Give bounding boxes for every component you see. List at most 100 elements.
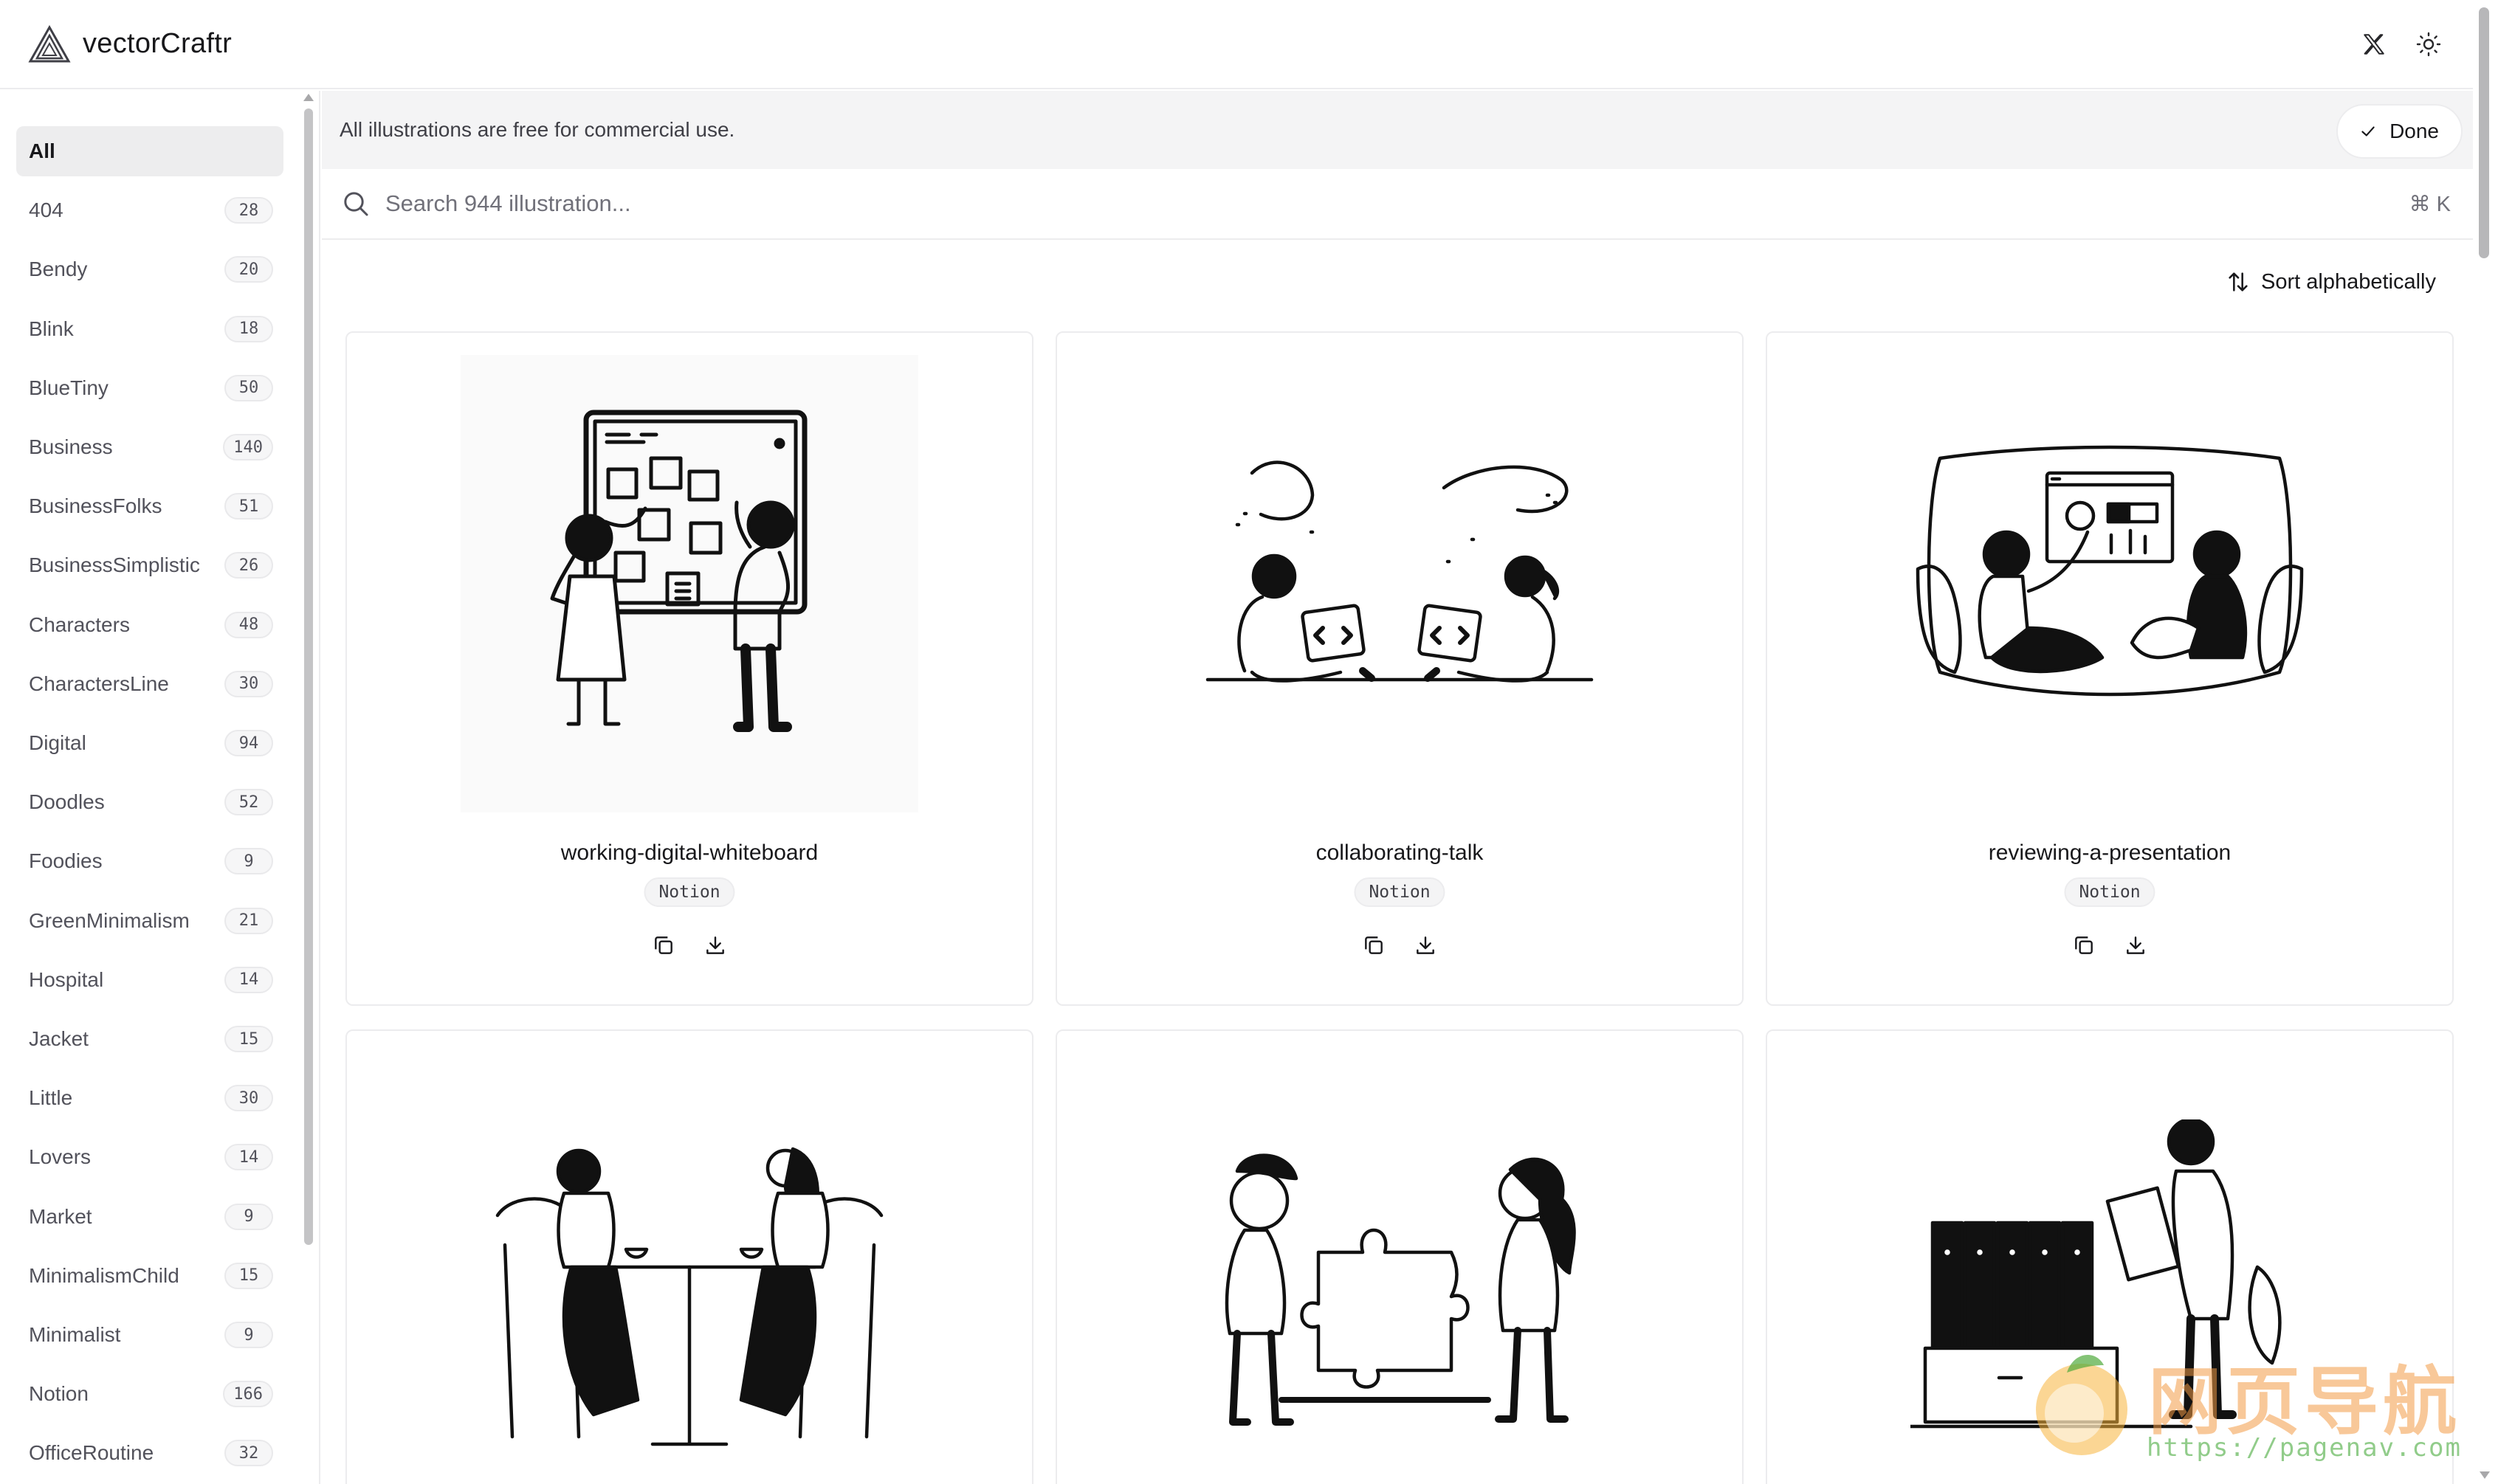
sidebar-item-label: Jacket (29, 1027, 89, 1050)
download-icon[interactable] (1412, 932, 1439, 959)
sidebar-item-label: Business (29, 435, 113, 458)
card-title: collaborating-talk (1315, 841, 1484, 865)
sidebar-item-hospital[interactable]: Hospital 14 (16, 955, 283, 1005)
category-sidebar: All 404 28 Bendy 20 Blink 18 BlueTiny 50 Business… (0, 91, 320, 1484)
count-badge: 51 (224, 493, 273, 520)
sidebar-item-label: Minimalist (29, 1323, 121, 1346)
count-badge: 9 (224, 1322, 273, 1348)
illustration-card[interactable]: collaborating-talk Notion (1056, 331, 1744, 1006)
count-badge: 140 (223, 434, 273, 460)
sidebar-item-label: Blink (29, 317, 74, 340)
card-tag[interactable]: Notion (2064, 877, 2155, 907)
illustration-reviewing-a-presentation (1767, 333, 2452, 835)
sidebar-item-officeroutine[interactable]: OfficeRoutine 32 (16, 1428, 283, 1478)
download-icon[interactable] (2122, 932, 2149, 959)
license-notice: All illustrations are free for commercia… (322, 91, 2473, 169)
sidebar-item-notion[interactable]: Notion 166 (16, 1369, 283, 1419)
shortcut-hint: ⌘ K (2409, 192, 2451, 216)
sidebar-scrollbar-thumb[interactable] (304, 108, 313, 1245)
count-badge: 48 (224, 611, 273, 638)
sidebar-item-label: MinimalismChild (29, 1263, 179, 1287)
vectorcraftr-logo-icon[interactable] (28, 24, 71, 63)
sidebar-item-business[interactable]: Business 140 (16, 422, 283, 472)
sidebar-item-all[interactable]: All (16, 126, 283, 176)
check-icon (2361, 126, 2375, 137)
count-badge: 14 (224, 966, 273, 993)
sidebar-item-charactersline[interactable]: CharactersLine 30 (16, 659, 283, 709)
sort-alphabetically-button[interactable]: Sort alphabetically (2226, 269, 2436, 294)
sidebar-item-label: BlueTiny (29, 376, 109, 399)
page-scrollbar-thumb[interactable] (2479, 7, 2489, 258)
sidebar-item-label: Doodles (29, 790, 105, 814)
sidebar-item-businessfolks[interactable]: BusinessFolks 51 (16, 481, 283, 531)
sidebar-item-jacket[interactable]: Jacket 15 (16, 1014, 283, 1064)
count-badge: 9 (224, 1203, 273, 1230)
copy-icon[interactable] (1360, 932, 1387, 959)
notice-text: All illustrations are free for commercia… (340, 118, 735, 141)
sidebar-item-bendy[interactable]: Bendy 20 (16, 244, 283, 294)
x-logo-icon[interactable] (2358, 28, 2390, 61)
illustration-card[interactable]: reviewing-a-presentation Notion (1766, 331, 2454, 1006)
count-badge: 14 (224, 1144, 273, 1171)
count-badge: 9 (224, 848, 273, 875)
scroll-up-arrow-icon[interactable] (303, 94, 314, 101)
sidebar-item-market[interactable]: Market 9 (16, 1192, 283, 1242)
watermark-url: https://pagenav.com (2147, 1433, 2462, 1463)
count-badge: 15 (224, 1262, 273, 1289)
count-badge: 94 (224, 730, 273, 756)
illustration-puzzle-teamwork (1057, 1031, 1742, 1484)
done-label: Done (2389, 120, 2439, 142)
sidebar-item-blink[interactable]: Blink 18 (16, 304, 283, 354)
sidebar-item-label: Bendy (29, 258, 88, 281)
sidebar-item-foodies[interactable]: Foodies 9 (16, 836, 283, 886)
sidebar-item-label: OfficeRoutine (29, 1441, 154, 1465)
sidebar-item-minimalist[interactable]: Minimalist 9 (16, 1310, 283, 1360)
sidebar-item-bluetiny[interactable]: BlueTiny 50 (16, 363, 283, 413)
illustration-cafe-meeting (347, 1031, 1032, 1484)
illustration-card[interactable] (345, 1029, 1033, 1484)
sidebar-item-lovers[interactable]: Lovers 14 (16, 1132, 283, 1182)
copy-icon[interactable] (650, 932, 677, 959)
sidebar-item-label: Lovers (29, 1145, 92, 1169)
illustration-collaborating-talk (1057, 333, 1742, 835)
card-tag[interactable]: Notion (1354, 877, 1445, 907)
sidebar-item-greenminimalism[interactable]: GreenMinimalism 21 (16, 896, 283, 946)
sidebar-item-characters[interactable]: Characters 48 (16, 600, 283, 650)
sidebar-item-label: Notion (29, 1382, 89, 1406)
illustration-card[interactable]: working-digital-whiteboard Notion (345, 331, 1033, 1006)
sidebar-item-label: BusinessSimplistic (29, 553, 200, 577)
sidebar-item-little[interactable]: Little 30 (16, 1073, 283, 1123)
illustration-working-digital-whiteboard (347, 333, 1032, 835)
sidebar-item-label: Digital (29, 731, 86, 754)
sidebar-item-label: Market (29, 1204, 92, 1228)
count-badge: 18 (224, 315, 273, 342)
sun-icon[interactable] (2412, 28, 2445, 61)
brand-name[interactable]: vectorCraftr (83, 28, 232, 60)
sort-arrows-icon (2229, 272, 2248, 291)
app-header: vectorCraftr (0, 0, 2473, 89)
copy-icon[interactable] (2071, 932, 2097, 959)
count-badge: 32 (224, 1440, 273, 1467)
search-bar: ⌘ K (322, 169, 2473, 240)
sidebar-item-businesssimplistic[interactable]: BusinessSimplistic 26 (16, 540, 283, 590)
done-button[interactable]: Done (2336, 104, 2463, 159)
count-badge: 15 (224, 1026, 273, 1052)
download-icon[interactable] (702, 932, 729, 959)
card-tag[interactable]: Notion (644, 877, 735, 907)
sidebar-item-doodles[interactable]: Doodles 52 (16, 777, 283, 827)
sidebar-item-digital[interactable]: Digital 94 (16, 718, 283, 768)
sort-label: Sort alphabetically (2261, 269, 2436, 294)
sidebar-item-label: Little (29, 1086, 73, 1110)
sidebar-item-label: CharactersLine (29, 672, 169, 695)
sidebar-item-minimalismchild[interactable]: MinimalismChild 15 (16, 1251, 283, 1301)
sidebar-item-404[interactable]: 404 28 (16, 185, 283, 235)
count-badge: 30 (224, 1085, 273, 1112)
search-icon (344, 192, 368, 216)
sidebar-item-label: 404 (29, 199, 63, 222)
count-badge: 21 (224, 907, 273, 934)
illustration-card[interactable] (1056, 1029, 1744, 1484)
sidebar-item-label: BusinessFolks (29, 494, 162, 518)
search-input[interactable] (385, 190, 2157, 217)
pagenav-watermark: 网页导航 https://pagenav.com (2015, 1328, 2488, 1476)
sidebar-item-label: Characters (29, 612, 130, 636)
